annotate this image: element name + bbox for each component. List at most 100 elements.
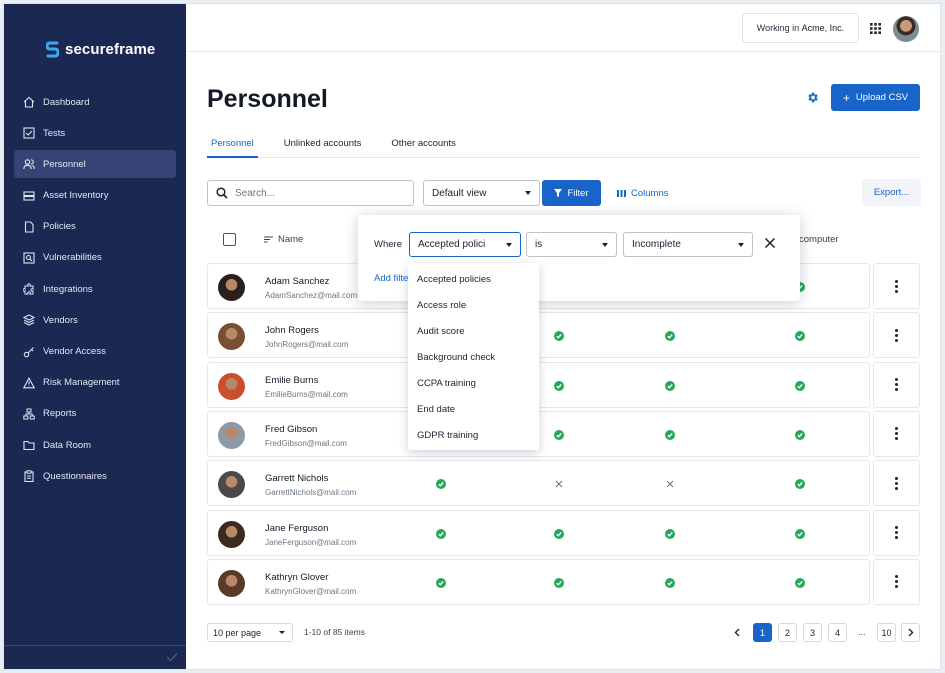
check-circle-icon: [795, 528, 805, 539]
row-card: Kathryn Glover KathrynGlover@mail.com: [207, 558, 870, 605]
sidebar-item-personnel[interactable]: Personnel: [14, 150, 176, 179]
workspace-prefix: Working in: [756, 23, 800, 33]
select-all-checkbox[interactable]: [223, 233, 236, 246]
person-email: JohnRogers@mail.com: [265, 340, 349, 350]
person-name[interactable]: Kathryn Glover: [265, 572, 328, 583]
secureframe-logo-icon: [46, 41, 59, 58]
row-actions-button[interactable]: [873, 460, 920, 507]
table-row[interactable]: Jane Ferguson JaneFerguson@mail.com: [207, 509, 920, 556]
chevron-down-icon: [738, 242, 744, 247]
row-card: Jane Ferguson JaneFerguson@mail.com: [207, 509, 870, 556]
sidebar-item-integrations[interactable]: Integrations: [14, 275, 176, 303]
table-row[interactable]: Kathryn Glover KathrynGlover@mail.com: [207, 558, 920, 605]
person-name[interactable]: Fred Gibson: [265, 424, 317, 435]
upload-csv-button[interactable]: + Upload CSV: [831, 84, 920, 111]
user-avatar[interactable]: [893, 16, 919, 42]
row-actions-button[interactable]: [873, 312, 920, 359]
chevron-right-icon: [908, 628, 913, 637]
row-actions-button[interactable]: [873, 263, 920, 309]
warning-icon: [23, 376, 35, 389]
funnel-icon: [554, 189, 563, 197]
check-circle-icon: [795, 380, 805, 391]
sidebar-item-data-room[interactable]: Data Room: [14, 431, 176, 459]
brand-logo[interactable]: secureframe: [46, 41, 155, 58]
dropdown-option[interactable]: CCPA training: [408, 370, 539, 396]
where-label: Where: [374, 239, 402, 250]
workspace-switcher[interactable]: Working in Acme, Inc.: [742, 13, 859, 43]
sidebar-nav: Dashboard Tests Personnel Asset Inventory Po…: [14, 88, 176, 493]
filter-operator-select[interactable]: is: [526, 232, 617, 257]
sidebar-item-dashboard[interactable]: Dashboard: [14, 88, 176, 116]
sidebar-item-label: Questionnaires: [43, 470, 107, 482]
sidebar-item-questionnaires[interactable]: Questionnaires: [14, 462, 176, 490]
document-icon: [23, 221, 35, 233]
users-icon: [23, 158, 35, 170]
apps-grid-icon[interactable]: [870, 23, 881, 34]
page-button-1[interactable]: 1: [753, 623, 772, 642]
row-actions-button[interactable]: [873, 509, 920, 556]
chevron-down-icon: [279, 631, 285, 634]
workspace-name: Acme, Inc.: [801, 23, 845, 33]
dropdown-option[interactable]: End date: [408, 396, 539, 422]
search-input[interactable]: Search...: [207, 180, 414, 206]
row-actions-button[interactable]: [873, 410, 920, 457]
sidebar-item-label: Reports: [43, 408, 77, 420]
sidebar-item-vendor-access[interactable]: Vendor Access: [14, 338, 176, 366]
computer-column-header[interactable]: computer: [799, 234, 839, 245]
row-actions-button[interactable]: [873, 558, 920, 605]
sidebar-item-label: Risk Management: [43, 377, 120, 389]
columns-icon: [617, 189, 626, 197]
tab-other-accounts[interactable]: Other accounts: [387, 134, 459, 158]
tab-unlinked-accounts[interactable]: Unlinked accounts: [280, 134, 366, 158]
layers-icon: [23, 314, 35, 326]
prev-page-button[interactable]: [727, 623, 746, 642]
per-page-select[interactable]: 10 per page: [207, 623, 293, 642]
filter-value-select[interactable]: Incomplete: [623, 232, 753, 257]
export-button[interactable]: Export...: [862, 179, 921, 206]
dropdown-option[interactable]: GDPR training: [408, 422, 539, 448]
sidebar-item-risk-management[interactable]: Risk Management: [14, 369, 176, 397]
sidebar-item-vendors[interactable]: Vendors: [14, 306, 176, 334]
close-icon[interactable]: [764, 237, 776, 249]
view-select[interactable]: Default view: [423, 180, 540, 206]
person-name[interactable]: Garrett Nichols: [265, 473, 328, 484]
sidebar-item-label: Dashboard: [43, 96, 90, 108]
next-page-button[interactable]: [901, 623, 920, 642]
name-column-header[interactable]: Name: [264, 234, 303, 245]
sidebar-item-tests[interactable]: Tests: [14, 119, 176, 147]
table-row[interactable]: Garrett Nichols GarrettNichols@mail.com: [207, 460, 920, 507]
sidebar-item-vulnerabilities[interactable]: Vulnerabilities: [14, 244, 176, 272]
add-filter-link[interactable]: Add filter: [374, 273, 412, 284]
row-actions-button[interactable]: [873, 361, 920, 408]
dropdown-option[interactable]: Access role: [408, 292, 539, 318]
table-row[interactable]: Fred Gibson FredGibson@mail.com: [207, 410, 920, 457]
filter-button[interactable]: Filter: [542, 180, 601, 206]
sort-icon: [264, 236, 273, 243]
dropdown-option[interactable]: Background check: [408, 344, 539, 370]
table-row[interactable]: Emilie Burns EmilieBurns@mail.com: [207, 361, 920, 408]
filter-field-select[interactable]: Accepted polici: [409, 232, 521, 257]
view-select-value: Default view: [432, 187, 487, 199]
page-button-2[interactable]: 2: [778, 623, 797, 642]
gear-icon[interactable]: [806, 91, 819, 104]
sidebar-item-asset-inventory[interactable]: Asset Inventory: [14, 182, 176, 210]
check-circle-icon: [795, 331, 805, 342]
tab-personnel[interactable]: Personnel: [207, 134, 258, 158]
dropdown-option[interactable]: Accepted policies: [408, 266, 539, 292]
page-button-4[interactable]: 4: [828, 623, 847, 642]
person-email: JaneFerguson@mail.com: [265, 537, 357, 547]
sidebar-item-reports[interactable]: Reports: [14, 400, 176, 428]
columns-button[interactable]: Columns: [617, 180, 669, 206]
person-name[interactable]: Emilie Burns: [265, 375, 318, 386]
page-button-last[interactable]: 10: [877, 623, 896, 642]
dropdown-option[interactable]: Audit score: [408, 318, 539, 344]
more-vertical-icon: [895, 575, 898, 589]
table-row[interactable]: John Rogers JohnRogers@mail.com: [207, 312, 920, 359]
person-name[interactable]: Adam Sanchez: [265, 276, 329, 287]
person-name[interactable]: John Rogers: [265, 325, 319, 336]
sidebar-item-policies[interactable]: Policies: [14, 213, 176, 241]
row-card: Garrett Nichols GarrettNichols@mail.com: [207, 460, 870, 507]
puzzle-icon: [23, 283, 35, 295]
person-name[interactable]: Jane Ferguson: [265, 523, 328, 534]
page-button-3[interactable]: 3: [803, 623, 822, 642]
